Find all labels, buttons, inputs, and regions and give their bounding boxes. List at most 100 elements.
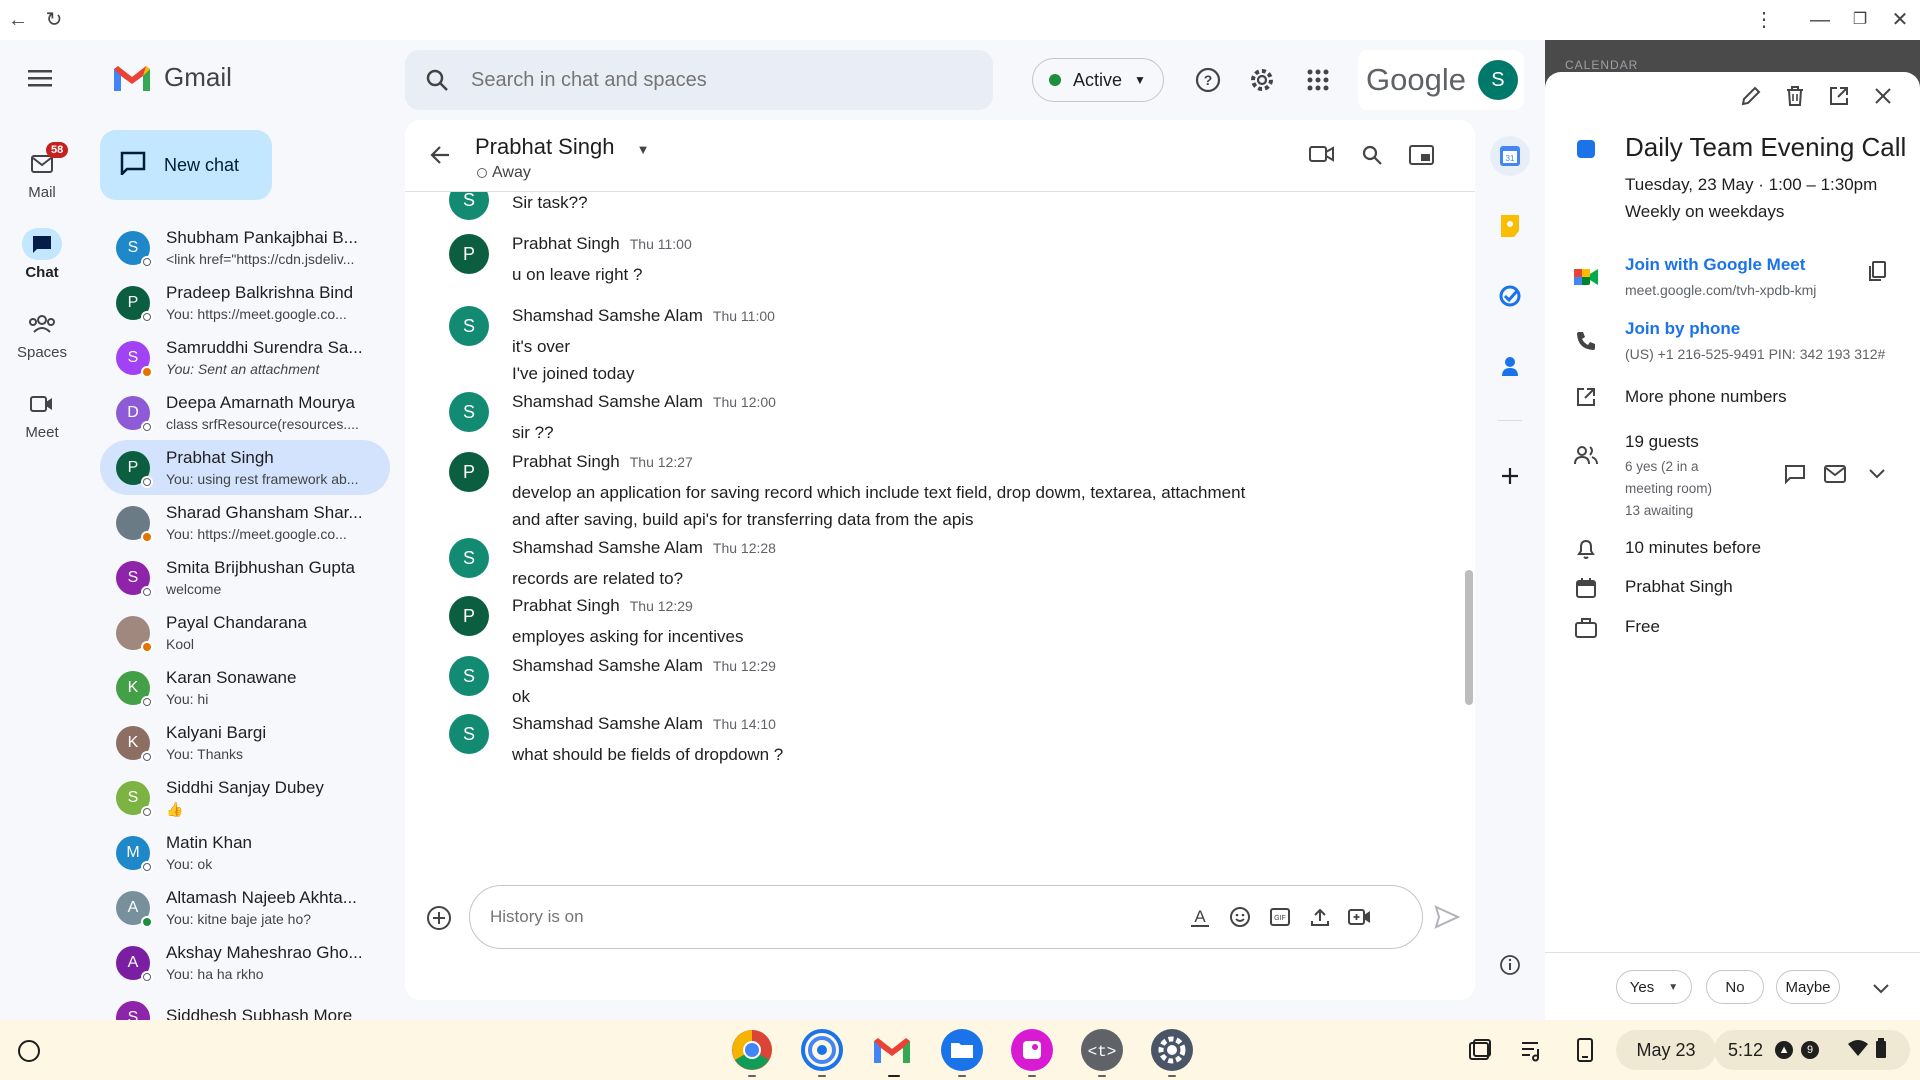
files-app-icon[interactable] (940, 1028, 984, 1072)
settings-gear-icon[interactable] (1246, 64, 1278, 96)
rsvp-no-button[interactable]: No (1706, 970, 1764, 1004)
search-bar[interactable] (405, 50, 993, 110)
chat-list-item[interactable]: K Karan Sonawane You: hi (100, 660, 390, 715)
email-guests-icon[interactable] (1821, 460, 1849, 488)
avatar: M (116, 835, 153, 873)
close-icon[interactable] (1869, 82, 1897, 110)
message-avatar[interactable]: S (449, 192, 489, 220)
contacts-icon[interactable] (1490, 346, 1530, 386)
chat-list-item[interactable]: M Matin Khan You: ok (100, 825, 390, 880)
search-in-chat-icon[interactable] (1361, 144, 1383, 171)
activity-app-icon[interactable] (800, 1028, 844, 1072)
away-ring-icon (477, 168, 487, 178)
chat-list-item[interactable]: S Smita Brijbhushan Gupta welcome (100, 550, 390, 605)
conversation-title[interactable]: Prabhat Singh ▼ (475, 134, 649, 160)
copy-icon[interactable] (1863, 257, 1891, 285)
new-chat-button[interactable]: New chat (100, 130, 272, 200)
chat-list-item[interactable]: S Samruddhi Surendra Sa... You: Sent an at… (100, 330, 390, 385)
rsvp-yes-button[interactable]: Yes ▼ (1616, 970, 1692, 1004)
chrome-app-icon[interactable] (730, 1028, 774, 1072)
message-avatar[interactable]: P (449, 452, 489, 492)
rail-mail[interactable]: 58 Mail (0, 142, 84, 201)
avatar-initial: S (127, 1008, 139, 1021)
chat-list-item[interactable]: P Prabhat Singh You: using rest framework … (100, 440, 390, 495)
chat-list-item[interactable]: K Kalyani Bargi You: Thanks (100, 715, 390, 770)
join-google-meet-link[interactable]: Join with Google Meet (1625, 255, 1805, 275)
rsvp-maybe-button[interactable]: Maybe (1776, 970, 1840, 1004)
open-in-new-icon[interactable] (1825, 82, 1853, 110)
date-tray[interactable]: May 23 (1616, 1030, 1716, 1070)
google-account-button[interactable]: Google S (1358, 50, 1524, 110)
message-input[interactable] (490, 907, 1180, 927)
rail-chat[interactable]: Chat (0, 228, 84, 281)
message-avatar[interactable]: P (449, 596, 489, 636)
chat-name: Samruddhi Surendra Sa... (166, 338, 363, 357)
close-window-icon[interactable]: ✕ (1888, 8, 1912, 32)
status-tray[interactable]: 5:12 ▲ 9 (1714, 1030, 1910, 1070)
calendar-app-icon[interactable]: 31 (1490, 136, 1530, 176)
add-app-icon[interactable] (1490, 456, 1530, 496)
rail-meet[interactable]: Meet (0, 388, 84, 441)
gif-icon[interactable]: GIF (1260, 897, 1300, 937)
phone-hub-icon[interactable] (1576, 1038, 1594, 1067)
add-attachment-icon[interactable] (425, 904, 453, 937)
message-avatar[interactable]: P (449, 234, 489, 274)
gmail-logo[interactable]: Gmail (112, 62, 232, 93)
screencast-app-icon[interactable] (1010, 1028, 1054, 1072)
message-avatar[interactable]: S (449, 656, 489, 696)
message-avatar[interactable]: S (449, 538, 489, 578)
video-call-icon[interactable] (1309, 144, 1335, 169)
send-icon[interactable] (1433, 903, 1461, 936)
message-avatar[interactable]: S (449, 714, 489, 754)
add-video-meeting-icon[interactable] (1340, 897, 1380, 937)
more-vert-icon[interactable]: ⋮ (1752, 8, 1776, 32)
expand-more-chevron-icon[interactable] (1872, 982, 1890, 1000)
upload-icon[interactable] (1300, 897, 1340, 937)
apps-grid-icon[interactable] (1302, 64, 1334, 96)
minimize-icon[interactable]: — (1808, 8, 1832, 32)
edit-pencil-icon[interactable] (1737, 82, 1765, 110)
menu-icon[interactable] (28, 68, 54, 93)
keep-notes-icon[interactable] (1490, 206, 1530, 246)
back-arrow-icon[interactable] (429, 144, 451, 171)
message-avatar[interactable]: S (449, 392, 489, 432)
back-arrow-icon[interactable]: ← (6, 8, 30, 32)
tasks-icon[interactable] (1490, 276, 1530, 316)
expand-guests-chevron-icon[interactable] (1863, 460, 1891, 488)
info-icon[interactable] (1490, 945, 1530, 985)
message-avatar[interactable]: S (449, 306, 489, 346)
chat-list-item[interactable]: A Akshay Maheshrao Gho... You: ha ha rkho (100, 935, 390, 990)
chat-list-item[interactable]: D Deepa Amarnath Mourya class srfResource(… (100, 385, 390, 440)
rail-spaces[interactable]: Spaces (0, 308, 84, 361)
avatar: K (116, 670, 153, 708)
chat-list-item[interactable]: S Shubham Pankajbhai B... <link href="http… (100, 220, 390, 275)
help-icon[interactable]: ? (1192, 64, 1224, 96)
more-phone-numbers-link[interactable]: More phone numbers (1625, 387, 1787, 407)
launcher-icon[interactable] (18, 1040, 40, 1062)
emoji-icon[interactable] (1220, 897, 1260, 937)
status-dropdown[interactable]: Active ▼ (1032, 58, 1164, 102)
message-timestamp: Thu 11:00 (712, 308, 775, 324)
delete-trash-icon[interactable] (1781, 82, 1809, 110)
settings-app-icon[interactable] (1150, 1028, 1194, 1072)
tote-holding-space-icon[interactable] (1468, 1038, 1492, 1067)
reload-icon[interactable]: ↻ (42, 8, 66, 32)
message-composer[interactable]: A GIF (469, 885, 1423, 949)
pop-out-icon[interactable] (1409, 144, 1435, 171)
chat-list-item[interactable]: S Siddhesh Subhash More (100, 990, 390, 1020)
chat-list-item[interactable]: S Siddhi Sanjay Dubey 👍 (100, 770, 390, 825)
chat-guests-icon[interactable] (1781, 460, 1809, 488)
text-format-icon[interactable]: A (1180, 897, 1220, 937)
restore-icon[interactable]: ❐ (1848, 8, 1872, 32)
gmail-app-icon[interactable] (870, 1028, 914, 1072)
chat-list-item[interactable]: Sharad Ghansham Shar... You: https://meet… (100, 495, 390, 550)
presence-indicator (141, 860, 153, 873)
chat-list-item[interactable]: A Altamash Najeeb Akhta... You: kitne baje… (100, 880, 390, 935)
chat-list-item[interactable]: P Pradeep Balkrishna Bind You: https://mee… (100, 275, 390, 330)
join-by-phone-link[interactable]: Join by phone (1625, 319, 1740, 339)
terminal-app-icon[interactable]: <t> (1080, 1028, 1124, 1072)
scrollbar[interactable] (1465, 570, 1473, 705)
chat-list-item[interactable]: Payal Chandarana Kool (100, 605, 390, 660)
media-controls-icon[interactable] (1520, 1038, 1544, 1067)
search-input[interactable] (471, 68, 951, 92)
